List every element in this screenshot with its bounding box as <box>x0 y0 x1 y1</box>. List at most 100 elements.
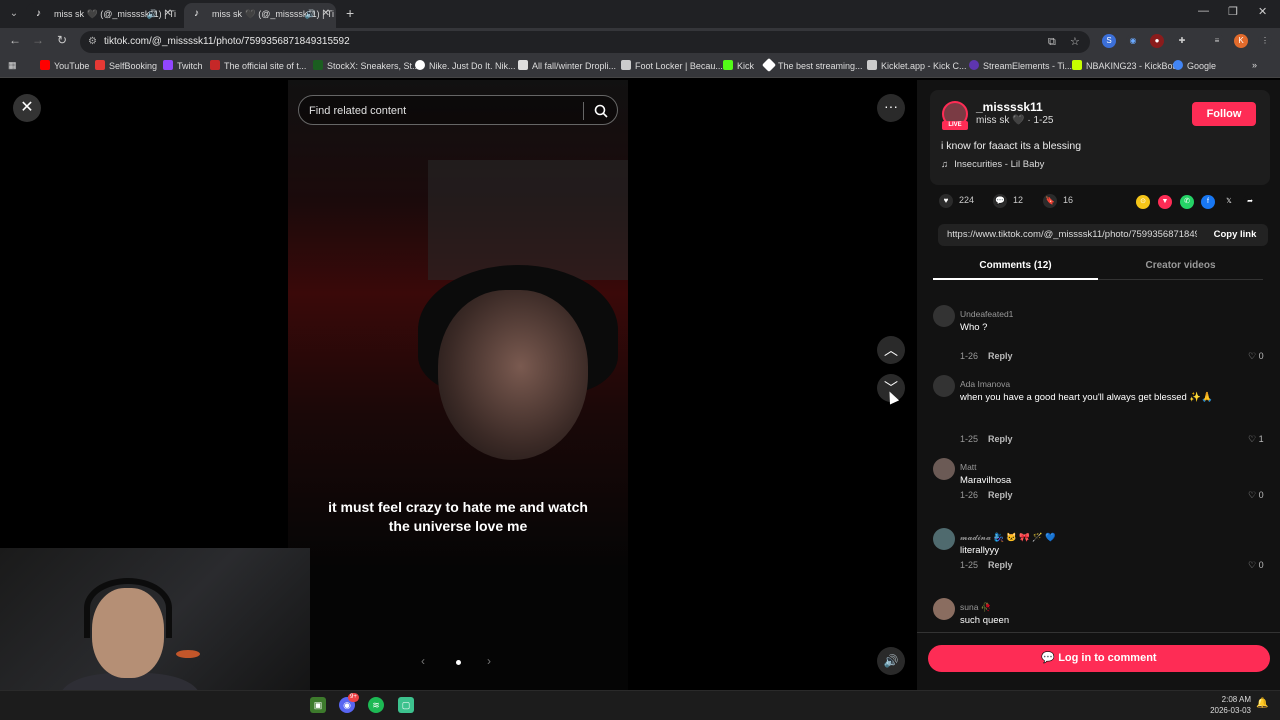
restore-icon[interactable]: ❐ <box>1228 5 1238 18</box>
commenter-avatar[interactable] <box>933 598 955 620</box>
bookmark-selfbooking[interactable]: SelfBooking <box>95 60 157 71</box>
reply-button[interactable]: Reply <box>988 560 1013 570</box>
bookmark-kicklet[interactable]: Kicklet.app - Kick C... <box>867 60 967 71</box>
whatsapp-share-icon[interactable]: ✆ <box>1180 195 1194 209</box>
commenter-name[interactable]: Matt <box>960 462 977 472</box>
address-bar[interactable]: ⚙ tiktok.com/@_missssk11/photo/759935687… <box>80 31 1090 53</box>
bookmark-kickbot[interactable]: NBAKING23 - KickBot <box>1072 60 1175 71</box>
bookmark-google[interactable]: Google <box>1173 60 1216 71</box>
log-in-to-comment-button[interactable]: 💬 Log in to comment <box>928 645 1270 672</box>
extension-3-icon[interactable]: ● <box>1150 34 1164 48</box>
bookmark-droplist[interactable]: All fall/winter Dropli... <box>518 60 616 71</box>
speaker-icon[interactable]: 🔊 <box>147 3 158 25</box>
share-url[interactable]: https://www.tiktok.com/@_missssk11/photo… <box>947 229 1197 240</box>
bookmark-kick[interactable]: Kick <box>723 60 754 71</box>
bookmark-twitch[interactable]: Twitch <box>163 60 203 71</box>
commenter-name[interactable]: suna 🥀 <box>960 602 991 613</box>
comment-date: 1-25 <box>960 434 979 444</box>
close-viewer-button[interactable]: ✕ <box>13 94 41 122</box>
commenter-avatar[interactable] <box>933 458 955 480</box>
close-window-icon[interactable]: ✕ <box>1258 5 1267 18</box>
commenter-name[interactable]: Undeafeated1 <box>960 309 1013 319</box>
site-info-icon[interactable]: ⚙ <box>88 31 97 53</box>
previous-post-up-icon[interactable]: ︿ <box>877 336 905 364</box>
background-light <box>176 650 200 658</box>
forward-arrow-icon[interactable]: → <box>30 33 46 47</box>
author-username[interactable]: _missssk11 <box>976 100 1043 114</box>
commenter-name[interactable]: Ada Imanova <box>960 379 1010 389</box>
like-stat[interactable]: ♥ 224 <box>939 194 974 208</box>
commenter-avatar[interactable] <box>933 528 955 550</box>
comment-stat[interactable]: 💬 12 <box>993 194 1023 208</box>
speaker-icon[interactable]: 🔊 <box>305 3 316 25</box>
profile-avatar[interactable]: K <box>1234 34 1248 48</box>
bookmark-nike[interactable]: Nike. Just Do It. Nik... <box>415 60 516 71</box>
tab-search-icon[interactable]: ⌄ <box>6 6 22 22</box>
extensions-puzzle-icon[interactable]: ✚ <box>1175 34 1189 48</box>
search-icon[interactable] <box>593 102 609 120</box>
commenter-avatar[interactable] <box>933 305 955 327</box>
reading-list-icon[interactable]: ≡ <box>1210 34 1224 48</box>
bookmark-streaming[interactable]: The best streaming... <box>761 57 863 73</box>
reply-button[interactable]: Reply <box>988 434 1013 444</box>
install-app-icon[interactable]: ⧉ <box>1048 31 1056 53</box>
streamelements-icon <box>969 60 979 70</box>
details-panel: LIVE _missssk11 miss sk 🖤 · 1-25 Follow … <box>917 80 1280 690</box>
spotify-app-icon[interactable]: ≋ <box>368 697 384 713</box>
volume-icon[interactable]: 🔊 <box>877 647 905 675</box>
close-tab-icon[interactable]: ✕ <box>322 3 330 25</box>
more-options-icon[interactable]: ··· <box>877 94 905 122</box>
send-share-icon[interactable]: ▼ <box>1158 195 1172 209</box>
commenter-avatar[interactable] <box>933 375 955 397</box>
x-share-icon[interactable]: 𝕏 <box>1222 195 1236 209</box>
music-link[interactable]: ♫ Insecurities - Lil Baby <box>941 159 1044 170</box>
next-slide-chevron-icon[interactable]: › <box>487 654 491 668</box>
follow-button[interactable]: Follow <box>1192 102 1256 126</box>
comment-like[interactable]: ♡ 1 <box>1248 434 1264 445</box>
browser-tab-1[interactable]: ♪ miss sk 🖤 (@_missssk11) | Ti 🔊 ✕ <box>26 3 178 28</box>
comment-like[interactable]: ♡ 0 <box>1248 351 1264 362</box>
comment-date: 1-26 <box>960 490 979 500</box>
copy-link-button[interactable]: Copy link <box>1202 224 1268 246</box>
apps-grid-icon[interactable]: ▦ <box>8 60 17 71</box>
author-card: LIVE _missssk11 miss sk 🖤 · 1-25 Follow … <box>930 90 1270 185</box>
tab-comments[interactable]: Comments (12) <box>933 260 1098 271</box>
related-search-input[interactable] <box>309 102 579 120</box>
embed-share-icon[interactable]: ⊙ <box>1136 195 1150 209</box>
obs-app-icon[interactable]: ▢ <box>398 697 414 713</box>
commenter-name[interactable]: 𝓶𝓪𝓭𝓲𝓷𝓪 🧞‍♀️ 🐱 🎀 🪄 💙 <box>960 532 1056 543</box>
extension-1-icon[interactable]: S <box>1102 34 1116 48</box>
back-arrow-icon[interactable]: ← <box>7 33 23 47</box>
save-stat[interactable]: 🔖 16 <box>1043 194 1073 208</box>
minimize-icon[interactable]: — <box>1198 5 1209 17</box>
browser-tab-2[interactable]: ♪ miss sk 🖤 (@_missssk11) | Ti 🔊 ✕ <box>184 3 336 28</box>
bookmark-official-site[interactable]: The official site of t... <box>210 60 306 71</box>
new-tab-button[interactable]: + <box>346 5 354 21</box>
comment-like[interactable]: ♡ 0 <box>1248 560 1264 571</box>
bookmark-streamelements[interactable]: StreamElements - Ti... <box>969 60 1072 71</box>
more-share-arrow-icon[interactable]: ➦ <box>1243 195 1257 209</box>
bookmark-star-icon[interactable]: ☆ <box>1070 31 1080 53</box>
comment-meta: 1-26 Reply <box>960 351 1013 361</box>
browser-menu-icon[interactable]: ⋮ <box>1258 34 1272 48</box>
comment-like[interactable]: ♡ 0 <box>1248 490 1264 501</box>
bookmarks-overflow-icon[interactable]: » <box>1252 60 1257 70</box>
system-clock[interactable]: 2:08 AM 2026-03-03 <box>1195 694 1251 716</box>
tab-creator-videos[interactable]: Creator videos <box>1098 260 1263 271</box>
notification-bell-icon[interactable]: 🔔 <box>1256 698 1268 709</box>
prev-slide-chevron-icon[interactable]: ‹ <box>421 654 425 668</box>
comment-meta: 1-26 Reply <box>960 490 1013 500</box>
close-tab-icon[interactable]: ✕ <box>164 3 172 25</box>
extension-2-icon[interactable]: ◉ <box>1126 34 1140 48</box>
bookmark-footlocker[interactable]: Foot Locker | Becau... <box>621 60 723 71</box>
reply-button[interactable]: Reply <box>988 490 1013 500</box>
slide-indicator-dot <box>456 660 461 665</box>
comment-bubble-icon: 💬 <box>1041 652 1059 664</box>
bookmark-stockx[interactable]: StockX: Sneakers, St... <box>313 60 420 71</box>
bookmark-youtube[interactable]: YouTube <box>40 60 89 71</box>
reply-button[interactable]: Reply <box>988 351 1013 361</box>
minecraft-app-icon[interactable]: ▣ <box>310 697 326 713</box>
kickbot-icon <box>1072 60 1082 70</box>
reload-icon[interactable]: ↻ <box>54 33 70 47</box>
facebook-share-icon[interactable]: f <box>1201 195 1215 209</box>
